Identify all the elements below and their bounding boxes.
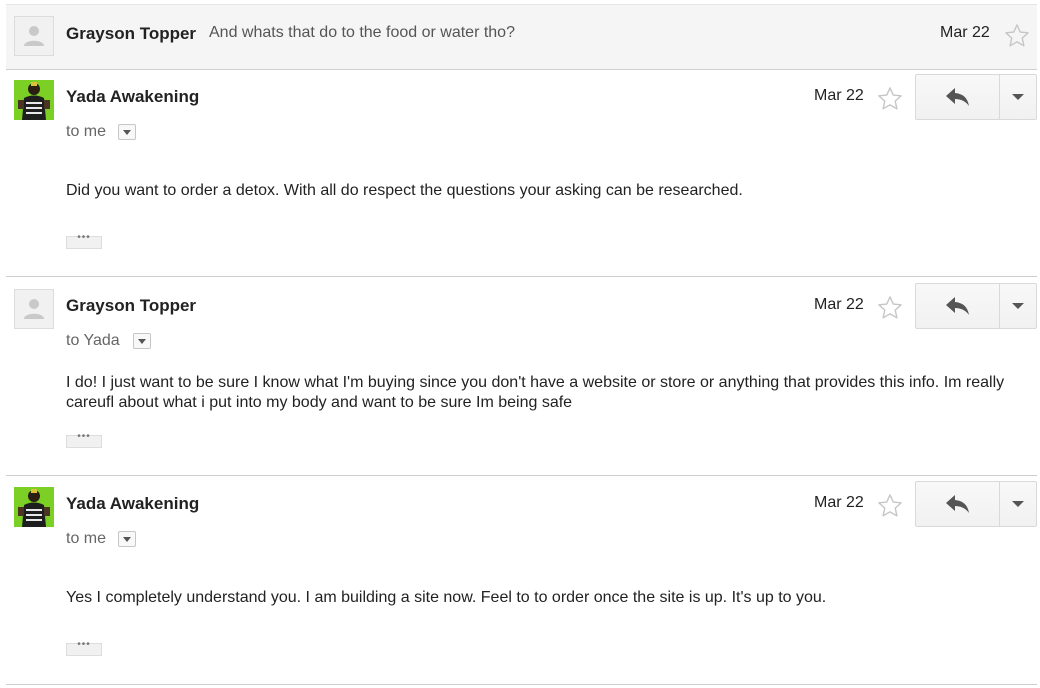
- reply-button-group: [915, 481, 1037, 527]
- avatar: [14, 80, 54, 120]
- sender-name: Grayson Topper: [66, 24, 197, 43]
- reply-arrow-icon: [946, 88, 969, 106]
- avatar: [14, 16, 54, 56]
- reply-button-group: [915, 74, 1037, 120]
- recipient-details-dropdown[interactable]: [118, 124, 136, 140]
- person-silhouette-icon: [24, 26, 44, 46]
- reply-arrow-icon: [946, 495, 969, 513]
- sender-name: Yada Awakening: [66, 494, 200, 513]
- profile-photo: [14, 80, 54, 120]
- reply-arrow-icon: [946, 297, 969, 315]
- star-icon[interactable]: [1003, 22, 1031, 50]
- star-icon[interactable]: [876, 85, 904, 113]
- message-body: Did you want to order a detox. With all …: [66, 182, 743, 199]
- divider: [6, 684, 1037, 685]
- recipient-details-dropdown[interactable]: [133, 333, 151, 349]
- message-date: Mar 22: [814, 87, 864, 104]
- avatar: [14, 289, 54, 329]
- star-icon[interactable]: [876, 492, 904, 520]
- collapsed-message[interactable]: Grayson Topper And whats that do to the …: [6, 4, 1037, 70]
- recipient-details-dropdown[interactable]: [118, 531, 136, 547]
- reply-button[interactable]: [916, 482, 1000, 526]
- message: Yada Awakening Mar 22 to me Did you want…: [6, 68, 1037, 277]
- recipient-line: to me: [66, 530, 107, 547]
- message-date: Mar 22: [814, 494, 864, 511]
- recipient-line: to Yada: [66, 332, 120, 349]
- more-options-button[interactable]: [1000, 75, 1036, 119]
- avatar: [14, 487, 54, 527]
- reply-button-group: [915, 283, 1037, 329]
- reply-button[interactable]: [916, 284, 1000, 328]
- person-silhouette-icon: [24, 299, 44, 319]
- reply-button[interactable]: [916, 75, 1000, 119]
- message-date: Mar 22: [814, 296, 864, 313]
- show-trimmed-content-button[interactable]: [66, 639, 102, 656]
- sender-name: Yada Awakening: [66, 87, 200, 106]
- show-trimmed-content-button[interactable]: [66, 431, 102, 448]
- message: Grayson Topper Mar 22 to Yada I do! I ju…: [6, 277, 1037, 476]
- more-options-button[interactable]: [1000, 482, 1036, 526]
- sender-name: Grayson Topper: [66, 296, 197, 315]
- recipient-line: to me: [66, 123, 107, 140]
- more-options-button[interactable]: [1000, 284, 1036, 328]
- show-trimmed-content-button[interactable]: [66, 232, 102, 249]
- message-body: Yes I completely understand you. I am bu…: [66, 589, 827, 606]
- message-snippet: And whats that do to the food or water t…: [209, 24, 515, 41]
- profile-photo: [14, 487, 54, 527]
- message-date: Mar 22: [940, 24, 990, 41]
- message: Yada Awakening Mar 22 to me Yes I comple…: [6, 476, 1037, 683]
- star-icon[interactable]: [876, 294, 904, 322]
- message-body: I do! I just want to be sure I know what…: [66, 374, 1005, 411]
